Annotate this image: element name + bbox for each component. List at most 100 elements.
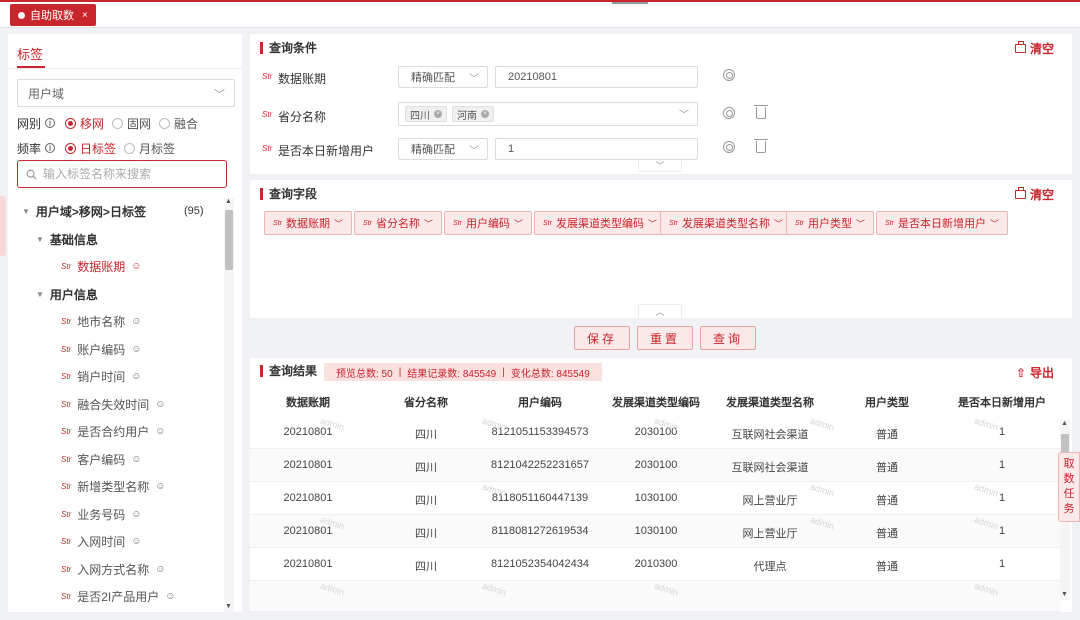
sidebar-collapse-handle[interactable] <box>0 196 6 256</box>
column-header[interactable]: 用户编码 <box>518 394 562 410</box>
tree-leaf[interactable]: Str 新增类型名称 ☺ <box>61 477 165 495</box>
tree-leaf-label: 是否合约用户 <box>77 424 150 439</box>
results-title: 查询结果 <box>260 365 317 377</box>
comment-icon: ☺ <box>131 343 142 355</box>
tree-leaf-data-period[interactable]: Str 数据账期 ☺ <box>61 257 141 275</box>
conditions-clear-button[interactable]: 清空 <box>1014 40 1054 57</box>
gear-icon[interactable] <box>723 141 735 153</box>
field-tag[interactable]: Str 省分名称 ﹀ <box>354 211 442 235</box>
tree-scrollbar[interactable]: ▲ ▼ <box>224 198 234 612</box>
gear-icon[interactable] <box>723 69 735 81</box>
column-header[interactable]: 数据账期 <box>286 394 330 410</box>
string-type-icon: Str <box>61 591 72 601</box>
frequency-radio-daily[interactable] <box>65 142 77 154</box>
chip-close-icon[interactable]: × <box>481 110 489 118</box>
domain-select[interactable]: 用户域 ﹀ <box>17 79 235 107</box>
data-task-side-tab[interactable]: 取 数 任 务 <box>1058 452 1080 522</box>
condition-value-input[interactable]: 20210801 <box>495 66 698 88</box>
table-cell: 普通 <box>876 528 898 540</box>
string-type-icon: Str <box>669 219 678 227</box>
tab-self-service-query[interactable]: 自助取数 × <box>10 4 96 26</box>
tree-leaf[interactable]: Str 入网方式名称 ☺ <box>61 560 165 578</box>
sidebar-title[interactable]: 标签 <box>17 44 43 63</box>
network-radio-mobile[interactable] <box>65 117 77 129</box>
network-radio-fixed[interactable] <box>112 117 124 129</box>
string-type-icon: Str <box>61 454 72 464</box>
network-radio-converged[interactable] <box>159 117 171 129</box>
frequency-option-daily[interactable]: 日标签 <box>80 140 116 157</box>
fields-collapse-toggle[interactable]: ︿ <box>638 304 682 318</box>
field-tag[interactable]: Str 用户编码 ﹀ <box>444 211 532 235</box>
table-row[interactable]: 20210801 四川 8118081272619534 1030100 网上营… <box>250 514 1060 548</box>
table-row[interactable]: 20210801 四川 8118051160447139 1030100 网上营… <box>250 481 1060 515</box>
field-tag[interactable]: Str 发展渠道类型编码 ﹀ <box>534 211 666 235</box>
tree-leaf[interactable]: Str 业务号码 ☺ <box>61 505 141 523</box>
tree-leaf[interactable]: Str 入网时间 ☺ <box>61 532 141 550</box>
tree-leaf[interactable]: Str 地市名称 ☺ <box>61 312 141 330</box>
tree-root[interactable]: ▼ 用户域>移网>日标签 <box>22 202 146 220</box>
fields-clear-button[interactable]: 清空 <box>1014 186 1054 203</box>
stat-preview: 预览总数: 50 <box>336 368 393 380</box>
tree-leaf[interactable]: Str 是否合约用户 ☺ <box>61 422 165 440</box>
scroll-thumb[interactable] <box>225 210 233 270</box>
table-row[interactable]: 20210801 四川 8121052354042434 2010300 代理点… <box>250 548 1060 581</box>
table-row[interactable]: 20210801 四川 8121051153394573 2030100 互联网… <box>250 415 1060 449</box>
scroll-down-icon[interactable]: ▼ <box>1061 591 1068 598</box>
trash-icon[interactable] <box>754 105 768 119</box>
field-tag[interactable]: Str 用户类型 ﹀ <box>786 211 874 235</box>
field-tag[interactable]: Str 数据账期 ﹀ <box>264 211 352 235</box>
network-radio-group: 网别 i 移网 固网 融合 <box>17 114 198 132</box>
match-mode-select[interactable]: 精确匹配 ﹀ <box>398 66 488 88</box>
field-tag[interactable]: Str 发展渠道类型名称 ﹀ <box>660 211 792 235</box>
tree-leaf[interactable]: Str 销户时间 ☺ <box>61 367 141 385</box>
table-cell: 网上营业厅 <box>742 495 798 507</box>
chip-close-icon[interactable]: × <box>434 110 442 118</box>
tree-leaf[interactable]: Str 客户编码 ☺ <box>61 450 141 468</box>
trash-icon[interactable] <box>754 139 768 153</box>
scroll-down-icon[interactable]: ▼ <box>225 603 232 610</box>
column-header[interactable]: 是否本日新增用户 <box>958 394 1046 410</box>
column-header[interactable]: 发展渠道类型编码 <box>612 394 700 410</box>
tree-group-basic[interactable]: ▼ 基础信息 <box>36 230 98 248</box>
conditions-collapse-toggle[interactable]: ﹀ <box>638 160 682 172</box>
tree-leaf[interactable]: Str 账户编码 ☺ <box>61 340 141 358</box>
comment-icon: ☺ <box>131 453 142 465</box>
tab-close-icon[interactable]: × <box>82 10 88 21</box>
province-chip[interactable]: 河南 × <box>452 106 494 122</box>
tag-search-box[interactable] <box>17 160 227 188</box>
table-row[interactable]: 20210801 四川 8121042252231657 2030100 互联网… <box>250 449 1060 482</box>
table-cell: 20210801 <box>283 459 333 471</box>
chevron-down-icon: ﹀ <box>655 161 665 171</box>
network-option-converged[interactable]: 融合 <box>174 115 198 132</box>
field-tag[interactable]: Str 是否本日新增用户 ﹀ <box>876 211 1008 235</box>
gear-icon[interactable] <box>723 107 735 119</box>
network-option-mobile[interactable]: 移网 <box>80 115 104 132</box>
match-mode-select[interactable]: 精确匹配 ﹀ <box>398 138 488 160</box>
tree-leaf[interactable]: Str 是否2I产品用户 ☺ <box>61 587 175 605</box>
table-row-partial[interactable]: admin admin admin admin <box>250 580 1060 612</box>
field-tag-list: Str 数据账期 ﹀ Str 省分名称 ﹀ Str 用户编码 ﹀ Str 发展渠道类型编码 ﹀ … <box>264 211 1064 235</box>
frequency-radio-monthly[interactable] <box>124 142 136 154</box>
network-option-fixed[interactable]: 固网 <box>127 115 151 132</box>
tag-search-input[interactable] <box>43 167 213 181</box>
table-cell: 1 <box>998 492 1006 504</box>
tree-group-user[interactable]: ▼ 用户信息 <box>36 285 98 303</box>
reset-button[interactable]: 重置 <box>637 326 693 350</box>
scroll-thumb[interactable] <box>1061 434 1069 452</box>
frequency-option-monthly[interactable]: 月标签 <box>139 140 175 157</box>
scroll-up-icon[interactable]: ▲ <box>1061 420 1068 427</box>
condition-value-input[interactable]: 1 <box>495 138 698 160</box>
scroll-up-icon[interactable]: ▲ <box>225 198 232 205</box>
save-button[interactable]: 保存 <box>574 326 630 350</box>
column-header[interactable]: 发展渠道类型名称 <box>726 394 814 410</box>
column-header[interactable]: 用户类型 <box>865 394 909 410</box>
string-type-icon: Str <box>543 219 552 227</box>
chevron-down-icon: ﹀ <box>333 218 343 229</box>
province-chip[interactable]: 四川 × <box>405 106 447 122</box>
column-header[interactable]: 省分名称 <box>404 394 448 410</box>
export-button[interactable]: ⇧ 导出 <box>1016 364 1054 381</box>
province-multiselect[interactable]: 四川 × 河南 × ﹀ <box>398 102 698 126</box>
tree-leaf[interactable]: Str 融合失效时间 ☺ <box>61 395 165 413</box>
table-cell: 1030100 <box>634 525 678 537</box>
query-button[interactable]: 查询 <box>700 326 756 350</box>
